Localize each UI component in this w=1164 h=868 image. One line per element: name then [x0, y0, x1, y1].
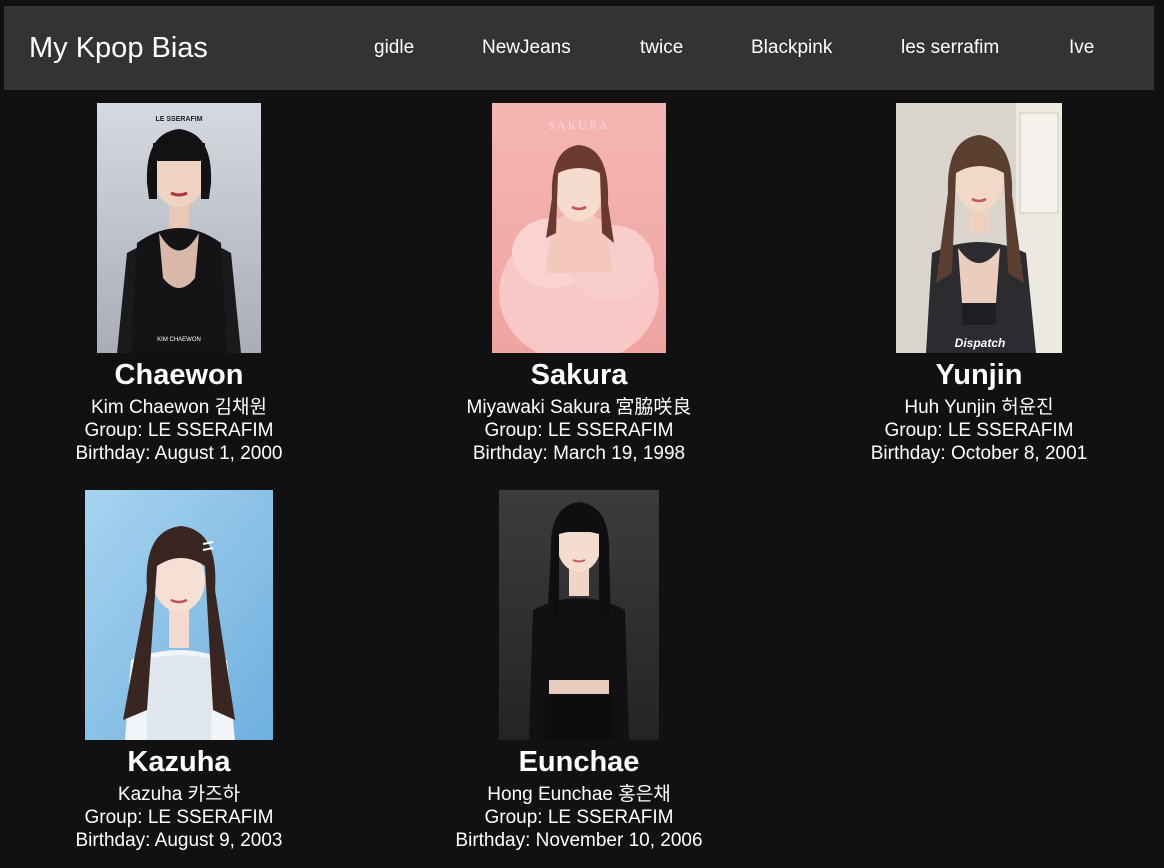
brand-title[interactable]: My Kpop Bias [29, 31, 208, 65]
idol-fullname: Hong Eunchae 홍은채 [487, 784, 671, 805]
yunjin-photo: Dispatch [896, 103, 1062, 353]
idol-card-chaewon: LE SSERAFIM KIM CHAEWON Chaewon Kim Chae… [0, 103, 369, 473]
navbar: My Kpop Bias gidle NewJeans twice Blackp… [4, 6, 1154, 90]
chaewon-photo-bottom-text: KIM CHAEWON [157, 337, 201, 343]
nav-link-twice[interactable]: twice [640, 37, 683, 59]
yunjin-photo-watermark: Dispatch [955, 336, 1006, 350]
idol-group: Group: LE SSERAFIM [484, 807, 674, 828]
idol-name: Yunjin [935, 359, 1023, 391]
nav-link-newjeans[interactable]: NewJeans [482, 37, 571, 59]
nav-link-ive[interactable]: Ive [1069, 37, 1094, 59]
idol-name: Kazuha [127, 746, 231, 778]
idol-birthday: Birthday: August 1, 2000 [75, 443, 283, 464]
nav-link-gidle[interactable]: gidle [374, 37, 414, 59]
kazuha-photo [85, 490, 273, 740]
idol-fullname: Kazuha 카즈하 [117, 784, 241, 805]
idol-birthday: Birthday: October 8, 2001 [870, 443, 1088, 464]
idol-card-sakura: SAKURA Sakura Miyawaki Sakura 宮脇咲良 Group… [389, 103, 769, 473]
idol-birthday: Birthday: March 19, 1998 [472, 443, 686, 464]
idol-fullname: Kim Chaewon 김채원 [91, 397, 267, 418]
idol-name: Sakura [530, 359, 628, 391]
idol-birthday: Birthday: November 10, 2006 [455, 830, 703, 851]
idol-fullname: Miyawaki Sakura 宮脇咲良 [466, 397, 692, 418]
sakura-photo: SAKURA [492, 103, 666, 353]
idol-birthday: Birthday: August 9, 2003 [75, 830, 283, 851]
idol-group: Group: LE SSERAFIM [884, 420, 1074, 441]
nav-link-les-serrafim[interactable]: les serrafim [901, 37, 999, 59]
idol-name: Eunchae [518, 746, 640, 778]
idol-fullname: Huh Yunjin 허윤진 [904, 397, 1054, 418]
sakura-photo-top-text: SAKURA [548, 118, 609, 132]
nav-link-blackpink[interactable]: Blackpink [751, 37, 832, 59]
idol-group: Group: LE SSERAFIM [484, 420, 674, 441]
idol-name: Chaewon [114, 359, 244, 391]
idol-card-kazuha: Kazuha Kazuha 카즈하 Group: LE SSERAFIM Bir… [0, 490, 369, 860]
eunchae-photo [499, 490, 659, 740]
idol-group: Group: LE SSERAFIM [84, 807, 274, 828]
idol-group: Group: LE SSERAFIM [84, 420, 274, 441]
idol-card-eunchae: Eunchae Hong Eunchae 홍은채 Group: LE SSERA… [389, 490, 769, 860]
chaewon-photo: LE SSERAFIM KIM CHAEWON [97, 103, 261, 353]
chaewon-photo-top-text: LE SSERAFIM [155, 116, 202, 123]
idol-card-yunjin: Dispatch Yunjin Huh Yunjin 허윤진 Group: LE… [789, 103, 1164, 473]
